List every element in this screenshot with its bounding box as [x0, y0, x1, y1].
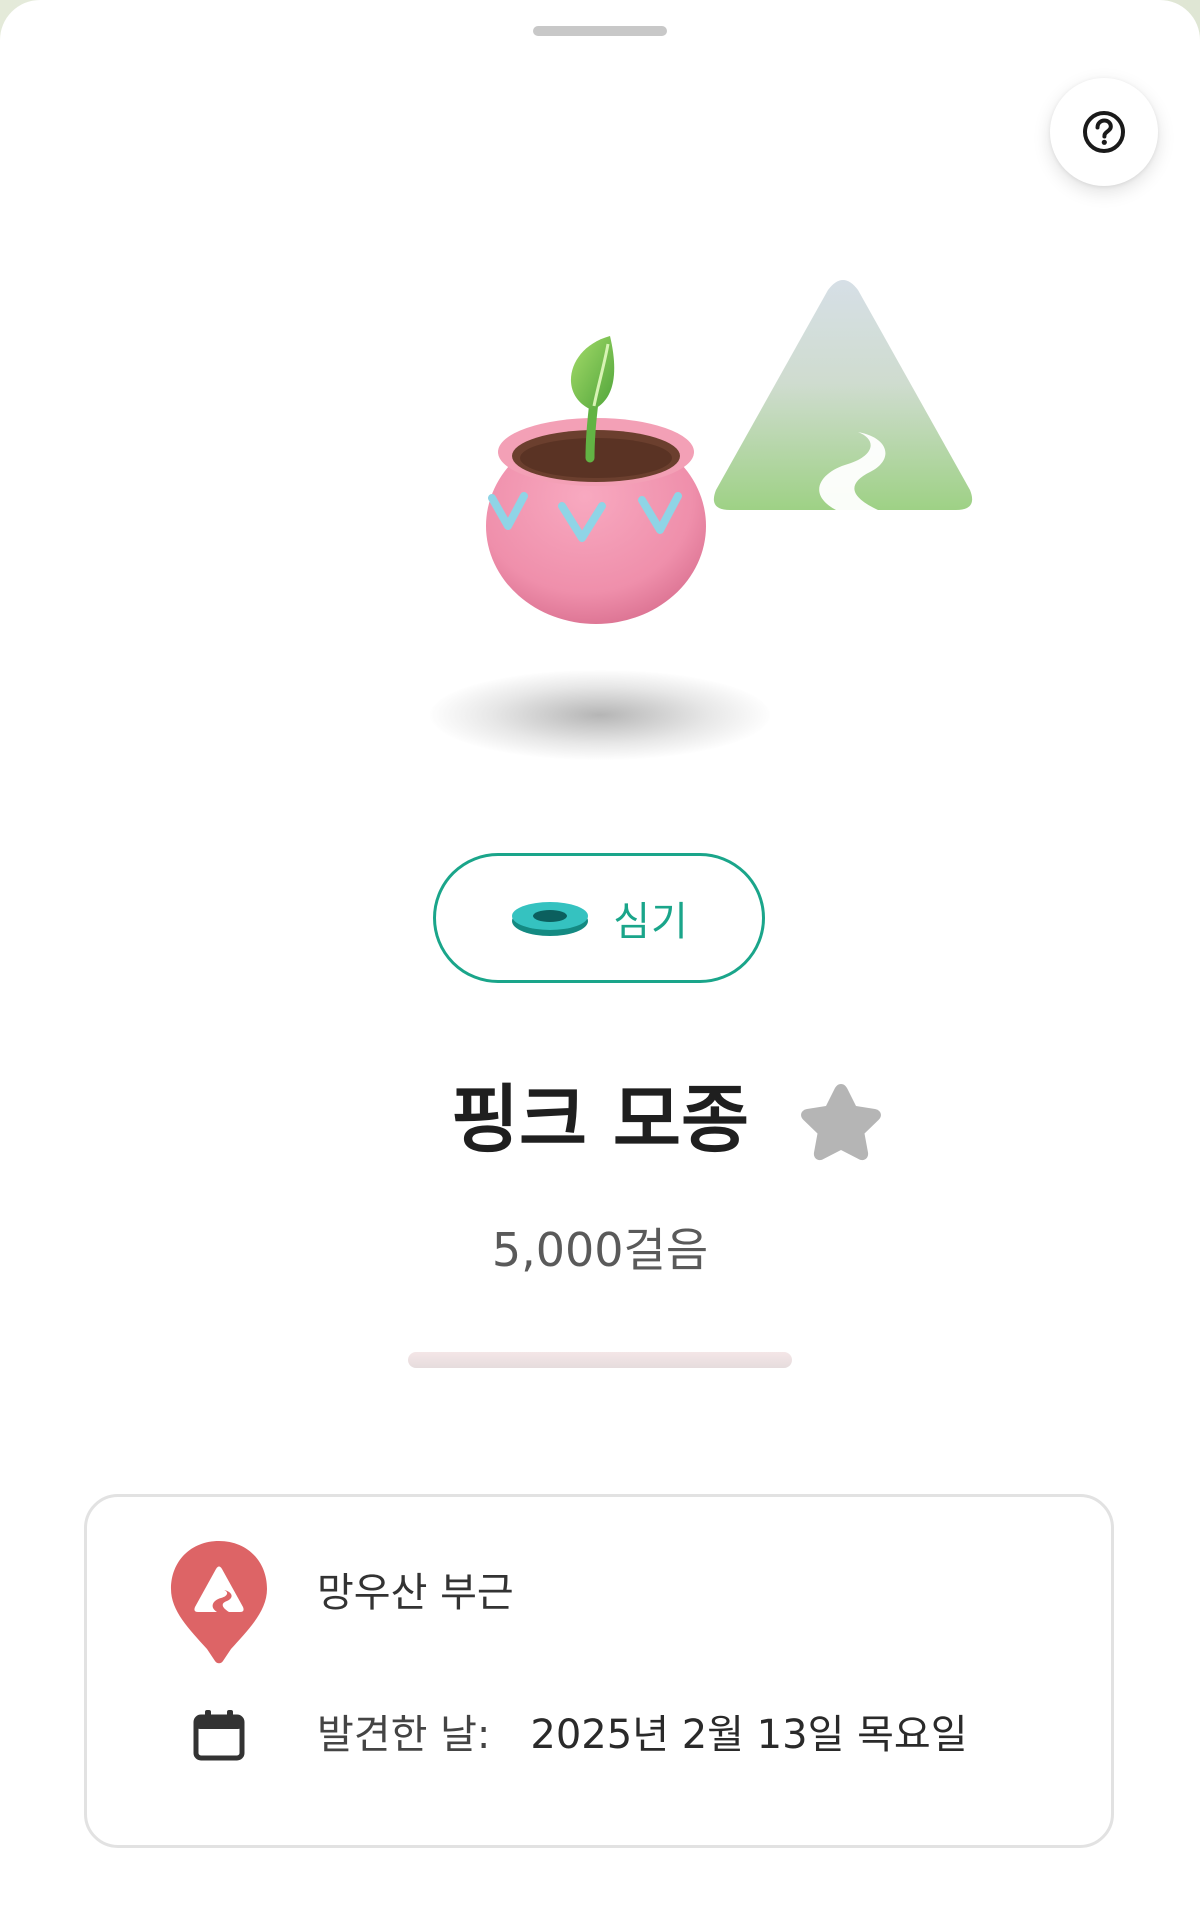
- plant-button[interactable]: 심기: [433, 853, 765, 983]
- discovery-info-card: 망우산 부근 발견한 날: 2025년 2월 13일 목요일: [84, 1494, 1114, 1848]
- mountain-emblem-icon: [713, 280, 973, 510]
- question-circle-icon: [1083, 111, 1125, 153]
- plant-button-label: 심기: [613, 899, 689, 945]
- item-illustration: [0, 250, 1200, 800]
- planting-ring-icon: [512, 902, 589, 936]
- steps-required: 5,000걸음: [491, 1223, 709, 1277]
- steps-progress-bar: [408, 1352, 792, 1368]
- item-detail-sheet: 심기 핑크 모종 5,000걸음 망우산 부근 발견한 날:2025년 2월: [0, 0, 1200, 1925]
- location-row: 망우산 부근: [87, 1537, 1111, 1664]
- location-text: 망우산 부근: [317, 1570, 514, 1616]
- found-date-text: 발견한 날: 2025년 2월 13일 목요일: [317, 1705, 968, 1765]
- sheet-drag-handle[interactable]: [533, 26, 667, 36]
- item-shadow: [430, 670, 770, 760]
- mountain-location-pin-icon: [171, 1541, 267, 1664]
- star-icon[interactable]: [796, 1078, 886, 1168]
- help-button[interactable]: [1050, 78, 1158, 186]
- calendar-icon: [193, 1710, 245, 1761]
- found-date-row: 발견한 날: 2025년 2월 13일 목요일: [87, 1687, 1111, 1797]
- pink-seedling-pot-icon: [486, 336, 706, 624]
- item-title-row: 핑크 모종: [0, 1070, 1200, 1170]
- item-name: 핑크 모종: [450, 1077, 750, 1163]
- found-date-value: 2025년 2월 13일 목요일: [530, 1712, 968, 1758]
- found-date-label: 발견한 날:: [317, 1712, 491, 1758]
